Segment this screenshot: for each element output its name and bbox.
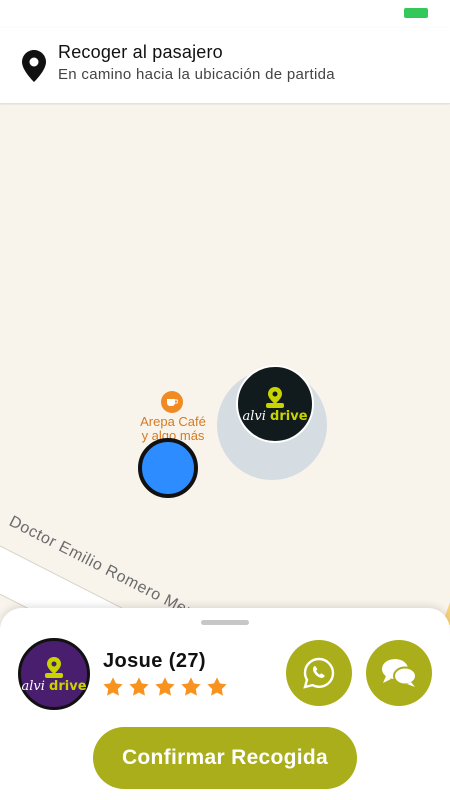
header-subtitle: En camino hacia la ubicación de partida	[58, 66, 335, 83]
star-icon	[155, 677, 175, 696]
status-bar	[0, 0, 450, 28]
passenger-rating	[102, 676, 228, 698]
bottom-sheet: alvi drive Josue (27) Confirmar Recogida	[0, 608, 450, 800]
chat-button[interactable]	[366, 640, 432, 706]
sheet-drag-handle[interactable]	[201, 620, 249, 625]
car-pin-icon	[266, 386, 284, 408]
whatsapp-button[interactable]	[286, 640, 352, 706]
trip-header: Recoger al pasajero En camino hacia la u…	[0, 28, 450, 104]
current-location-dot	[138, 438, 198, 498]
avatar-logo: alvi drive	[21, 678, 87, 694]
car-pin-icon	[45, 656, 63, 678]
star-icon	[129, 677, 149, 696]
header-title: Recoger al pasajero	[58, 42, 223, 62]
star-icon	[207, 677, 227, 696]
cafe-icon[interactable]	[161, 391, 183, 413]
passenger-avatar: alvi drive	[18, 638, 90, 710]
location-pin-icon	[22, 50, 46, 82]
star-icon	[103, 677, 123, 696]
passenger-name: Josue (27)	[103, 650, 206, 672]
star-icon	[181, 677, 201, 696]
driver-logo: alvi drive	[242, 408, 308, 424]
map-view[interactable]: Doctor Emilio Romero Mené Arepa Café y a…	[0, 105, 450, 625]
poi-name-line1: Arepa Café	[140, 414, 206, 429]
battery-icon	[404, 8, 428, 18]
driver-marker[interactable]: alvi drive	[236, 365, 314, 443]
chat-icon	[382, 659, 417, 687]
whatsapp-icon	[303, 657, 335, 689]
confirm-pickup-button[interactable]: Confirmar Recogida	[93, 727, 357, 789]
